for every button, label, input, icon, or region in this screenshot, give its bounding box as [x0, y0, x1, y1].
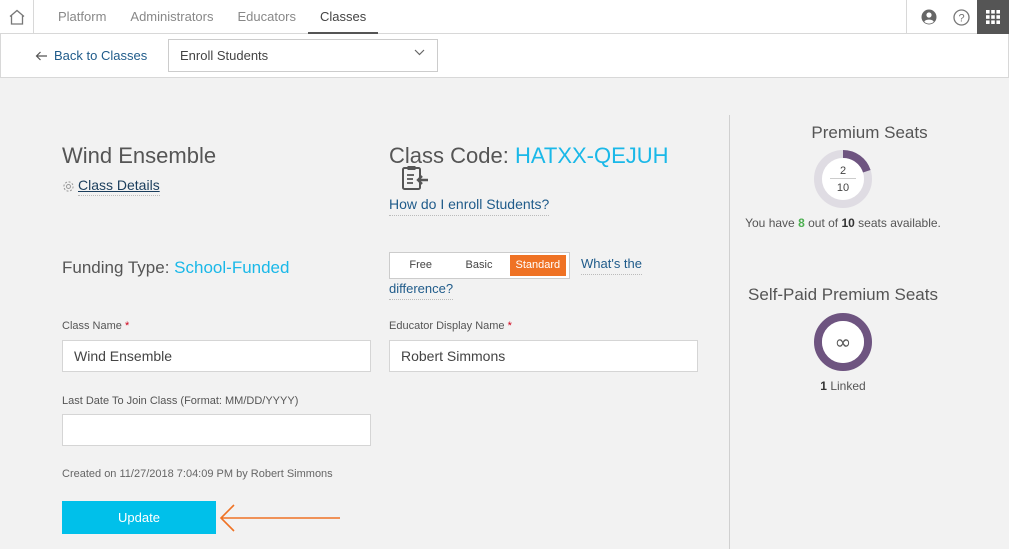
whats-the-difference-link-line2[interactable]: difference?	[389, 281, 454, 300]
clipboard-enroll-icon	[402, 166, 428, 190]
apps-grid-icon	[986, 10, 1000, 24]
update-button[interactable]: Update	[62, 501, 216, 534]
whats-the-difference-link[interactable]: What's the	[581, 256, 643, 275]
linked-count-text: 1 Linked	[730, 379, 956, 393]
class-name-label: Class Name *	[62, 320, 129, 332]
home-button[interactable]	[0, 0, 34, 34]
required-marker: *	[124, 320, 130, 332]
action-select-value: Enroll Students	[180, 48, 269, 63]
primary-tabs: Platform Administrators Educators Classe…	[46, 0, 379, 34]
how-to-enroll-link[interactable]: How do I enroll Students?	[389, 196, 550, 216]
seats-available-text: You have 8 out of 10 seats available.	[730, 216, 956, 230]
class-code-value: HATXX-QEJUH	[514, 143, 669, 168]
action-select[interactable]: Enroll Students	[168, 39, 438, 72]
required-marker: *	[507, 320, 512, 332]
educator-display-name-label: Educator Display Name *	[389, 320, 512, 332]
class-details-link[interactable]: Class Details	[62, 177, 160, 196]
class-name-label-text: Class Name	[62, 320, 122, 332]
self-paid-seats-title: Self-Paid Premium Seats	[748, 285, 938, 304]
apps-menu-button[interactable]	[977, 0, 1009, 34]
back-link-label: Back to Classes	[54, 48, 148, 63]
last-date-input[interactable]	[62, 414, 371, 446]
sub-navigation-bar: Back to Classes Enroll Students	[0, 34, 1009, 78]
top-navigation-bar: Platform Administrators Educators Classe…	[0, 0, 1009, 34]
seats-total: 10	[837, 182, 849, 194]
help-icon: ?	[952, 8, 970, 26]
seats-available-count: 8	[798, 216, 805, 230]
infinity-icon: ∞	[835, 330, 852, 354]
seats-used: 2	[840, 165, 846, 177]
user-account-icon	[921, 9, 937, 25]
back-to-classes-link[interactable]: Back to Classes	[35, 48, 147, 63]
arrow-left-icon	[35, 51, 47, 60]
seats-prefix: You have	[745, 216, 795, 230]
main-content: Wind Ensemble Class Details Class Code: …	[0, 79, 1009, 549]
plan-option-standard[interactable]: Standard	[509, 255, 566, 276]
tab-classes[interactable]: Classes	[308, 0, 379, 34]
funding-type: Funding Type: School-Funded	[62, 258, 289, 278]
class-title: Wind Ensemble	[62, 143, 217, 168]
annotation-arrow-icon	[219, 504, 340, 532]
tab-educators[interactable]: Educators	[225, 0, 308, 34]
seats-total-count: 10	[841, 216, 855, 230]
tab-platform[interactable]: Platform	[46, 0, 118, 34]
chevron-down-icon	[414, 49, 425, 56]
home-icon	[9, 9, 24, 25]
help-button[interactable]: ?	[945, 0, 977, 34]
seats-suffix: seats available.	[858, 216, 941, 230]
svg-text:?: ?	[958, 12, 964, 24]
plan-option-basic[interactable]: Basic	[448, 255, 509, 276]
plan-toggle: Free Basic Standard	[389, 252, 570, 279]
gear-icon	[63, 181, 74, 192]
plan-option-free[interactable]: Free	[393, 255, 448, 276]
funding-type-label: Funding Type:	[62, 258, 170, 277]
seats-mid: out of	[808, 216, 839, 230]
created-info: Created on 11/27/2018 7:04:09 PM by Robe…	[62, 468, 333, 480]
premium-seats-donut: 2 10	[814, 150, 872, 208]
class-details-label: Class Details	[78, 177, 160, 196]
divider	[906, 0, 907, 34]
class-name-input[interactable]	[62, 340, 371, 372]
last-date-label: Last Date To Join Class (Format: MM/DD/Y…	[62, 395, 299, 407]
funding-type-value: School-Funded	[174, 258, 290, 277]
educator-label-text: Educator Display Name	[389, 320, 505, 332]
vertical-divider	[729, 115, 730, 549]
premium-seats-title: Premium Seats	[811, 123, 928, 142]
linked-count: 1	[820, 379, 827, 393]
educator-display-name-input[interactable]	[389, 340, 698, 372]
tab-administrators[interactable]: Administrators	[118, 0, 225, 34]
class-code: Class Code: HATXX-QEJUH	[389, 143, 669, 169]
account-button[interactable]	[913, 0, 945, 34]
self-paid-seats-donut: ∞	[814, 313, 872, 371]
linked-label: Linked	[830, 379, 866, 393]
top-icons: ?	[906, 0, 1009, 34]
